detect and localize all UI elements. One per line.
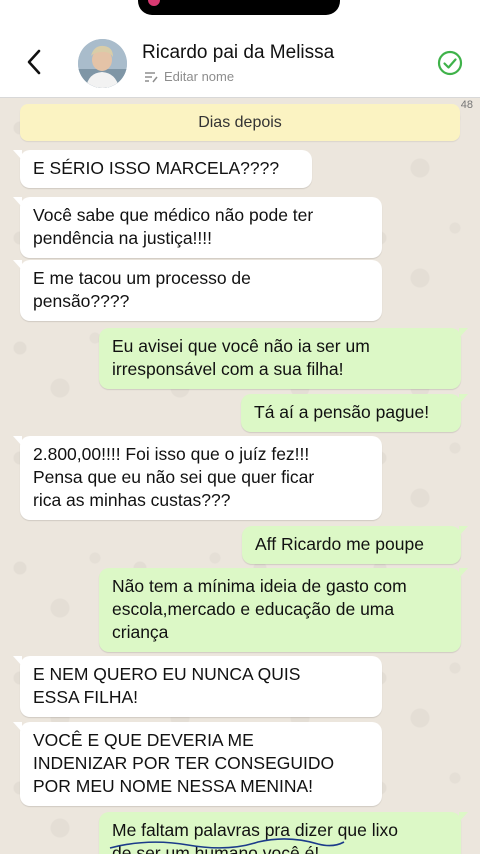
message-outgoing[interactable]: Não tem a mínima ideia de gasto com esco… bbox=[99, 568, 468, 652]
message-incoming[interactable]: 2.800,00!!!! Foi isso que o juíz fez!!! … bbox=[13, 436, 382, 520]
edit-lines-icon bbox=[145, 71, 158, 82]
avatar-photo bbox=[78, 39, 127, 88]
notch-indicator bbox=[148, 0, 160, 6]
avatar[interactable] bbox=[78, 39, 127, 88]
system-message: Dias depois bbox=[20, 104, 460, 141]
contact-name[interactable]: Ricardo pai da Melissa bbox=[142, 42, 334, 64]
message-incoming[interactable]: E me tacou um processo de pensão???? bbox=[13, 260, 382, 321]
message-counter: 48 bbox=[460, 99, 473, 111]
highlight-scribble-decoration bbox=[109, 838, 345, 849]
message-incoming[interactable]: VOCÊ E QUE DEVERIA ME INDENIZAR POR TER … bbox=[13, 722, 382, 806]
message-incoming[interactable]: E SÉRIO ISSO MARCELA???? bbox=[13, 150, 312, 188]
message-outgoing[interactable]: Tá aí a pensão pague! bbox=[241, 394, 468, 432]
message-incoming[interactable]: E NEM QUERO EU NUNCA QUIS ESSA FILHA! bbox=[13, 656, 382, 717]
chat-area[interactable]: 48 Dias depois E SÉRIO ISSO MARCELA???? … bbox=[0, 98, 480, 854]
message-outgoing[interactable]: Eu avisei que você não ia ser um irrespo… bbox=[99, 328, 468, 389]
edit-name-row[interactable]: Editar nome bbox=[144, 69, 234, 84]
message-incoming[interactable]: Você sabe que médico não pode ter pendên… bbox=[13, 197, 382, 258]
phone-notch bbox=[138, 0, 340, 15]
confirm-check-icon[interactable] bbox=[437, 50, 463, 76]
back-arrow-icon[interactable] bbox=[22, 47, 48, 77]
edit-name-label: Editar nome bbox=[164, 69, 235, 84]
message-outgoing[interactable]: Aff Ricardo me poupe bbox=[242, 526, 468, 564]
